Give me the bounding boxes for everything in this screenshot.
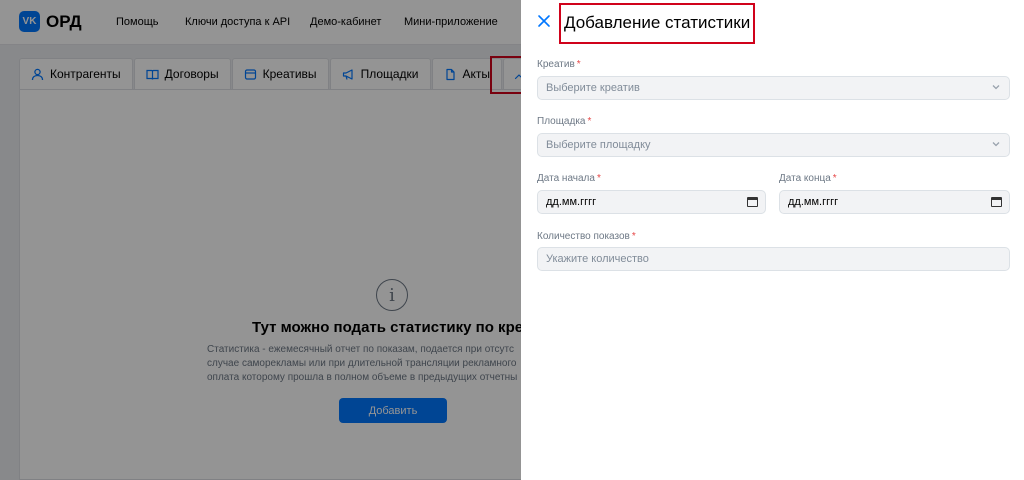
- date-start-label: Дата начала *: [537, 173, 601, 184]
- date-end-label: Дата конца *: [779, 173, 837, 184]
- platform-label: Площадка *: [537, 116, 592, 127]
- creative-select[interactable]: Выберите креатив: [537, 76, 1010, 100]
- modal-backdrop[interactable]: [0, 0, 521, 480]
- calendar-icon[interactable]: [747, 197, 758, 207]
- close-icon[interactable]: [537, 13, 555, 31]
- date-end-input[interactable]: дд.мм.гггг: [779, 190, 1010, 214]
- chevron-down-icon: [991, 82, 1001, 95]
- impressions-input[interactable]: Укажите количество: [537, 247, 1010, 271]
- impressions-label: Количество показов *: [537, 231, 636, 242]
- chevron-down-icon: [991, 139, 1001, 152]
- creative-label: Креатив *: [537, 59, 581, 70]
- calendar-icon[interactable]: [991, 197, 1002, 207]
- drawer-title: Добавление статистики: [564, 13, 751, 32]
- date-start-input[interactable]: дд.мм.гггг: [537, 190, 766, 214]
- add-statistics-drawer: Добавление статистики Креатив * Выберите …: [521, 0, 1024, 480]
- platform-select[interactable]: Выберите площадку: [537, 133, 1010, 157]
